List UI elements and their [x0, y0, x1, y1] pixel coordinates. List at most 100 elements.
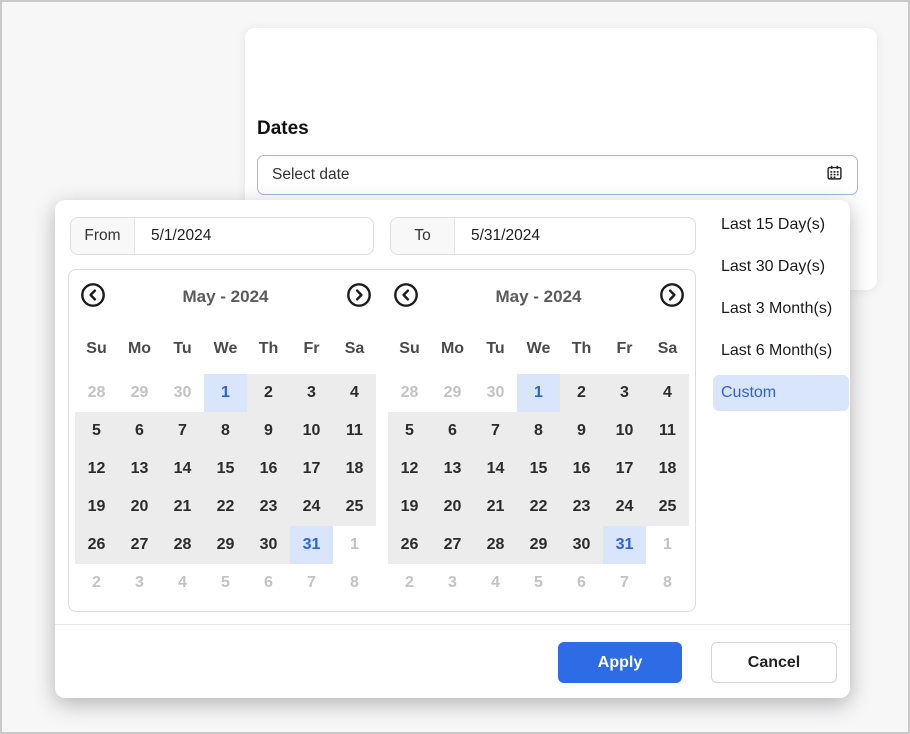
day-cell-adjacent-month[interactable]: 28 — [388, 374, 431, 412]
day-cell[interactable]: 28 — [474, 526, 517, 564]
select-date-input[interactable]: Select date — [257, 155, 858, 195]
day-cell[interactable]: 5 — [388, 412, 431, 450]
day-cell[interactable]: 28 — [161, 526, 204, 564]
day-cell-adjacent-month[interactable]: 28 — [75, 374, 118, 412]
preset-item[interactable]: Last 15 Day(s) — [713, 207, 849, 243]
day-cell[interactable]: 17 — [603, 450, 646, 488]
day-cell[interactable]: 4 — [333, 374, 376, 412]
prev-month-button[interactable] — [392, 283, 419, 310]
day-cell[interactable]: 3 — [603, 374, 646, 412]
day-cell[interactable]: 18 — [646, 450, 689, 488]
day-cell[interactable]: 25 — [646, 488, 689, 526]
next-month-button[interactable] — [658, 283, 685, 310]
day-cell[interactable]: 18 — [333, 450, 376, 488]
day-cell[interactable]: 29 — [517, 526, 560, 564]
day-cell[interactable]: 12 — [75, 450, 118, 488]
day-cell[interactable]: 2 — [560, 374, 603, 412]
day-cell[interactable]: 12 — [388, 450, 431, 488]
prev-month-button[interactable] — [79, 283, 106, 310]
day-cell[interactable]: 30 — [560, 526, 603, 564]
day-cell[interactable]: 8 — [204, 412, 247, 450]
day-cell[interactable]: 2 — [247, 374, 290, 412]
day-cell-adjacent-month[interactable]: 5 — [517, 564, 560, 602]
calendar-icon[interactable] — [826, 164, 843, 186]
day-cell[interactable]: 7 — [474, 412, 517, 450]
day-cell[interactable]: 9 — [247, 412, 290, 450]
day-cell[interactable]: 9 — [560, 412, 603, 450]
to-date-input[interactable]: To 5/31/2024 — [390, 217, 696, 255]
day-cell-adjacent-month[interactable]: 7 — [290, 564, 333, 602]
day-cell[interactable]: 22 — [517, 488, 560, 526]
day-cell[interactable]: 22 — [204, 488, 247, 526]
day-cell[interactable]: 24 — [290, 488, 333, 526]
day-cell-adjacent-month[interactable]: 6 — [247, 564, 290, 602]
day-cell[interactable]: 20 — [431, 488, 474, 526]
day-cell[interactable]: 4 — [646, 374, 689, 412]
day-cell-adjacent-month[interactable]: 30 — [474, 374, 517, 412]
day-cell[interactable]: 13 — [431, 450, 474, 488]
day-cell-adjacent-month[interactable]: 6 — [560, 564, 603, 602]
day-cell[interactable]: 14 — [161, 450, 204, 488]
day-cell-adjacent-month[interactable]: 8 — [333, 564, 376, 602]
day-cell[interactable]: 25 — [333, 488, 376, 526]
day-cell-adjacent-month[interactable]: 8 — [646, 564, 689, 602]
day-cell[interactable]: 13 — [118, 450, 161, 488]
day-cell-adjacent-month[interactable]: 2 — [388, 564, 431, 602]
day-cell-adjacent-month[interactable]: 1 — [646, 526, 689, 564]
from-date-input[interactable]: From 5/1/2024 — [70, 217, 374, 255]
day-cell[interactable]: 21 — [161, 488, 204, 526]
day-cell-adjacent-month[interactable]: 2 — [75, 564, 118, 602]
preset-item[interactable]: Last 3 Month(s) — [713, 291, 849, 327]
day-cell[interactable]: 10 — [290, 412, 333, 450]
day-cell[interactable]: 26 — [75, 526, 118, 564]
day-cell[interactable]: 19 — [388, 488, 431, 526]
day-cell-selected[interactable]: 1 — [204, 374, 247, 412]
preset-item-selected[interactable]: Custom — [713, 375, 849, 411]
day-cell[interactable]: 20 — [118, 488, 161, 526]
apply-button[interactable]: Apply — [558, 642, 682, 683]
day-cell-adjacent-month[interactable]: 29 — [431, 374, 474, 412]
day-cell[interactable]: 27 — [431, 526, 474, 564]
day-cell-adjacent-month[interactable]: 3 — [431, 564, 474, 602]
day-cell[interactable]: 23 — [247, 488, 290, 526]
day-cell[interactable]: 27 — [118, 526, 161, 564]
day-cell-adjacent-month[interactable]: 30 — [161, 374, 204, 412]
day-cell[interactable]: 29 — [204, 526, 247, 564]
day-cell[interactable]: 14 — [474, 450, 517, 488]
preset-item[interactable]: Last 6 Month(s) — [713, 333, 849, 369]
day-cell[interactable]: 5 — [75, 412, 118, 450]
day-cell[interactable]: 7 — [161, 412, 204, 450]
day-cell[interactable]: 11 — [646, 412, 689, 450]
day-cell-adjacent-month[interactable]: 1 — [333, 526, 376, 564]
day-cell[interactable]: 6 — [118, 412, 161, 450]
day-cell[interactable]: 8 — [517, 412, 560, 450]
day-cell[interactable]: 3 — [290, 374, 333, 412]
day-cell[interactable]: 6 — [431, 412, 474, 450]
day-cell-selected[interactable]: 1 — [517, 374, 560, 412]
day-cell-adjacent-month[interactable]: 5 — [204, 564, 247, 602]
day-cell[interactable]: 23 — [560, 488, 603, 526]
day-cell[interactable]: 16 — [247, 450, 290, 488]
next-month-button[interactable] — [345, 283, 372, 310]
day-cell[interactable]: 19 — [75, 488, 118, 526]
day-cell[interactable]: 24 — [603, 488, 646, 526]
cancel-button[interactable]: Cancel — [711, 642, 837, 683]
day-cell-selected[interactable]: 31 — [290, 526, 333, 564]
day-cell-adjacent-month[interactable]: 3 — [118, 564, 161, 602]
day-cell-adjacent-month[interactable]: 4 — [161, 564, 204, 602]
day-cell[interactable]: 30 — [247, 526, 290, 564]
day-cell[interactable]: 15 — [204, 450, 247, 488]
day-cell[interactable]: 15 — [517, 450, 560, 488]
day-cell[interactable]: 16 — [560, 450, 603, 488]
day-cell-adjacent-month[interactable]: 7 — [603, 564, 646, 602]
day-cell[interactable]: 17 — [290, 450, 333, 488]
day-cell-adjacent-month[interactable]: 4 — [474, 564, 517, 602]
preset-item[interactable]: Last 30 Day(s) — [713, 249, 849, 285]
day-cell-adjacent-month[interactable]: 29 — [118, 374, 161, 412]
calendar-month-title: May - 2024 — [419, 287, 658, 307]
day-cell[interactable]: 11 — [333, 412, 376, 450]
day-cell[interactable]: 10 — [603, 412, 646, 450]
day-cell-selected[interactable]: 31 — [603, 526, 646, 564]
day-cell[interactable]: 26 — [388, 526, 431, 564]
day-cell[interactable]: 21 — [474, 488, 517, 526]
